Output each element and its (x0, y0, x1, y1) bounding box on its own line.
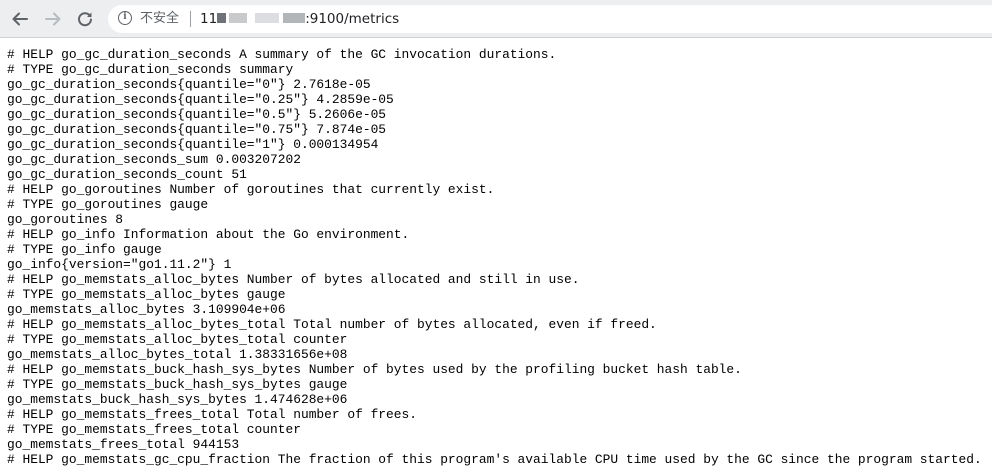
metrics-line: go_gc_duration_seconds{quantile="0.5"} 5… (7, 107, 387, 122)
metrics-line: go_memstats_frees_total 944153 (7, 437, 240, 452)
metrics-line: # HELP go_info Information about the Go … (7, 227, 410, 242)
metrics-line: # TYPE go_memstats_alloc_bytes gauge (7, 287, 286, 302)
metrics-line: go_memstats_alloc_bytes 3.109904e+06 (7, 302, 286, 317)
metrics-line: # TYPE go_memstats_frees_total counter (7, 422, 301, 437)
metrics-line: # TYPE go_goroutines gauge (7, 197, 209, 212)
metrics-line: go_goroutines 8 (7, 212, 124, 227)
metrics-line: go_gc_duration_seconds{quantile="0"} 2.7… (7, 77, 371, 92)
redacted-block (255, 13, 280, 23)
metrics-line: go_gc_duration_seconds{quantile="0.25"} … (7, 92, 394, 107)
redacted-block (283, 13, 306, 23)
security-label[interactable]: 不安全 (140, 10, 179, 28)
forward-button[interactable] (41, 7, 65, 31)
browser-toolbar: i 不安全 11 :9100/metrics (0, 0, 992, 38)
omnibox-divider (190, 11, 191, 27)
metrics-line: # HELP go_memstats_gc_cpu_fraction The f… (7, 452, 982, 467)
metrics-line: # TYPE go_info gauge (7, 242, 162, 257)
metrics-line: go_memstats_alloc_bytes_total 1.38331656… (7, 347, 348, 362)
metrics-line: # HELP go_memstats_alloc_bytes_total Tot… (7, 317, 657, 332)
reload-button[interactable] (73, 7, 97, 31)
metrics-line: go_gc_duration_seconds_sum 0.003207202 (7, 152, 301, 167)
metrics-line: # HELP go_memstats_buck_hash_sys_bytes N… (7, 362, 742, 377)
redacted-block (217, 13, 227, 23)
back-button[interactable] (8, 7, 32, 31)
metrics-line: # HELP go_gc_duration_seconds A summary … (7, 47, 557, 62)
metrics-line: # TYPE go_gc_duration_seconds summary (7, 62, 294, 77)
metrics-line: go_memstats_buck_hash_sys_bytes 1.474628… (7, 392, 348, 407)
address-bar[interactable]: i 不安全 11 :9100/metrics (108, 5, 992, 33)
url-suffix: :9100/metrics (305, 11, 400, 27)
reload-icon (78, 12, 92, 27)
metrics-line: go_gc_duration_seconds{quantile="1"} 0.0… (7, 137, 379, 152)
metrics-line: # TYPE go_memstats_alloc_bytes_total cou… (7, 332, 348, 347)
url-text[interactable]: 11 :9100/metrics (200, 10, 399, 28)
redacted-block (229, 13, 248, 23)
metrics-text: # HELP go_gc_duration_seconds A summary … (7, 47, 982, 467)
metrics-line: go_gc_duration_seconds_count 51 (7, 167, 247, 182)
metrics-line: # TYPE go_memstats_buck_hash_sys_bytes g… (7, 377, 348, 392)
metrics-line: go_info{version="go1.11.2"} 1 (7, 257, 232, 272)
metrics-line: # HELP go_memstats_frees_total Total num… (7, 407, 417, 422)
metrics-line: go_gc_duration_seconds{quantile="0.75"} … (7, 122, 387, 137)
url-prefix: 11 (200, 11, 218, 27)
arrow-left-icon (12, 12, 28, 26)
metrics-line: # HELP go_goroutines Number of goroutine… (7, 182, 495, 197)
info-icon[interactable]: i (118, 11, 132, 25)
metrics-line: # HELP go_memstats_alloc_bytes Number of… (7, 272, 580, 287)
arrow-right-icon (45, 12, 61, 26)
